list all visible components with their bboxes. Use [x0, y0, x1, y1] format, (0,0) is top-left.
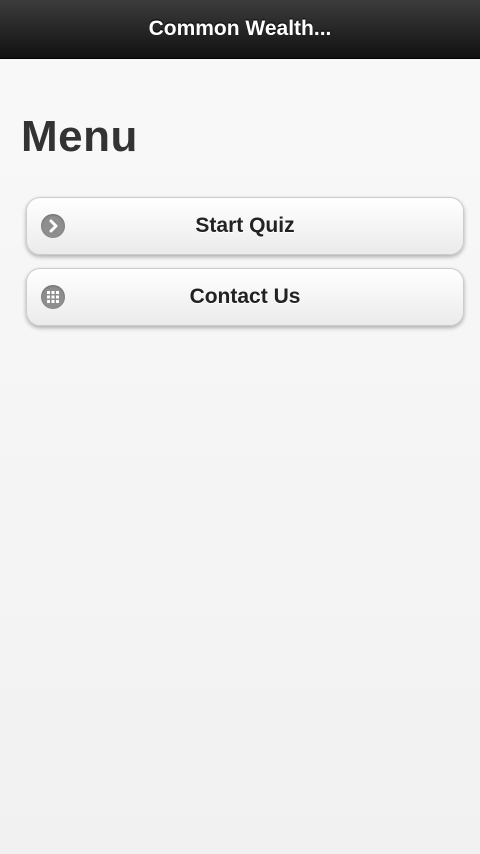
chevron-right-icon [41, 214, 65, 238]
contact-us-label: Contact Us [189, 285, 301, 308]
start-quiz-label: Start Quiz [195, 214, 295, 237]
app-title: Common Wealth... [148, 17, 332, 40]
app-header: Common Wealth... [0, 0, 480, 59]
grid-icon [41, 285, 65, 309]
start-quiz-button[interactable]: Start Quiz [26, 197, 464, 255]
menu-list: Start Quiz Contact Us [26, 197, 464, 339]
contact-us-button[interactable]: Contact Us [26, 268, 464, 326]
page-title: Menu [21, 112, 138, 161]
